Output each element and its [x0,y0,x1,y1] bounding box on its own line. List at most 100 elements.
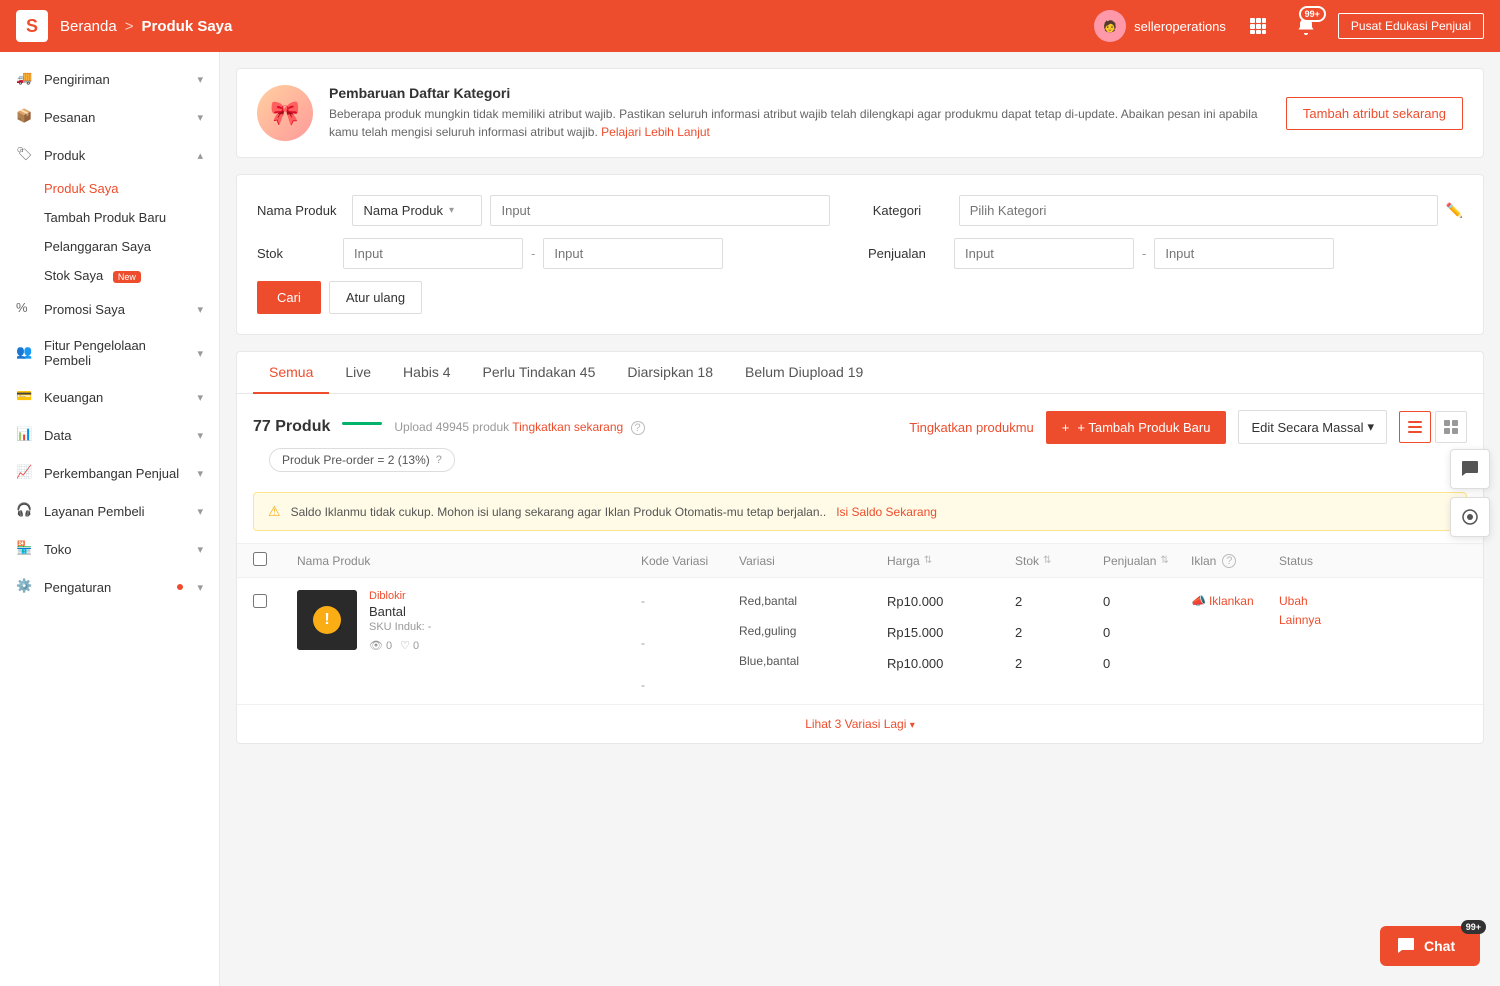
apps-icon[interactable] [1242,10,1274,42]
iklan-help-icon[interactable]: ? [1222,554,1236,568]
tab-live[interactable]: Live [329,352,387,394]
sidebar-label-toko: Toko [44,542,187,557]
col-kode-header: Kode Variasi [641,554,731,568]
filter-penjualan-min[interactable] [954,238,1134,269]
col-name-header: Nama Produk [297,554,633,568]
edit-icon[interactable]: ✏️ [1446,202,1463,219]
sidebar-sub-stok[interactable]: Stok Saya New [0,261,219,290]
notification-badge: 99+ [1299,6,1326,22]
price-2: Rp15.000 [887,625,1007,640]
chevron-icon-perkembangan: ▾ [197,467,203,480]
sidebar-sub-pelanggaran[interactable]: Pelanggaran Saya [0,232,219,261]
grid-view-button[interactable] [1435,411,1467,443]
tab-belum-diupload[interactable]: Belum Diupload 19 [729,352,879,394]
filter-name-input[interactable] [490,195,830,226]
variasi-cell: Red,bantal Red,guling Blue,bantal [739,590,879,668]
sidebar: 🚚 Pengiriman ▾ 📦 Pesanan ▾ 🏷 Produk ▴ Pr… [0,52,220,986]
tab-perlu-tindakan[interactable]: Perlu Tindakan 45 [467,352,612,394]
sidebar-sub-produk-saya[interactable]: Produk Saya [0,174,219,203]
warning-triangle-icon: ! [313,606,341,634]
variasi-3: Blue,bantal [739,654,879,668]
green-bar-indicator [342,422,382,425]
ubah-button[interactable]: Ubah [1279,594,1379,608]
row-checkbox[interactable] [253,594,267,608]
actions-cell: Ubah Lainnya [1279,590,1379,627]
settings-float-button[interactable] [1450,497,1490,537]
shopee-logo: S [16,10,48,42]
preorder-help-icon[interactable]: ? [436,454,442,466]
notification-bell[interactable]: 99+ [1290,10,1322,42]
filter-stok-min[interactable] [343,238,523,269]
breadcrumb-home[interactable]: Beranda [60,18,117,35]
sidebar-label-data: Data [44,428,187,443]
list-view-button[interactable] [1399,411,1431,443]
col-harga-header: Harga ⇅ [887,554,1007,568]
sidebar-item-produk[interactable]: 🏷 Produk ▴ [0,136,219,174]
search-button[interactable]: Cari [257,281,321,314]
select-all-checkbox[interactable] [253,552,267,566]
warning-link[interactable]: Isi Saldo Sekarang [836,505,937,519]
sidebar-item-fitur[interactable]: 👥 Fitur Pengelolaan Pembeli ▾ [0,328,219,378]
tab-habis[interactable]: Habis 4 [387,352,466,394]
sort-penjualan-icon[interactable]: ⇅ [1160,555,1168,566]
stok-1: 2 [1015,594,1095,609]
notice-action-button[interactable]: Tambah atribut sekarang [1286,97,1463,130]
iklan-cell: 📣 Iklankan [1191,590,1271,608]
lainnya-button[interactable]: Lainnya [1279,613,1321,627]
notice-learn-link[interactable]: Pelajari Lebih Lanjut [601,125,710,139]
chevron-icon-data: ▾ [197,429,203,442]
col-stok-header: Stok ⇅ [1015,554,1095,568]
see-more-text: Lihat 3 Variasi Lagi [805,717,906,731]
add-product-button[interactable]: + + Tambah Produk Baru [1046,411,1227,444]
chevron-icon-layanan: ▾ [197,505,203,518]
variasi-1: Red,bantal [739,594,879,608]
product-name: Bantal [369,604,431,619]
message-float-button[interactable] [1450,449,1490,489]
iklan-button[interactable]: 📣 Iklankan [1191,594,1271,608]
notice-content: Pembaruan Daftar Kategori Beberapa produ… [329,85,1270,141]
sidebar-item-pengiriman[interactable]: 🚚 Pengiriman ▾ [0,60,219,98]
chevron-icon-keuangan: ▾ [197,391,203,404]
upgrade-button[interactable]: Tingkatkan produkmu [909,420,1034,435]
headset-icon: 🎧 [16,502,34,520]
chevron-icon-produk: ▴ [197,149,203,162]
sidebar-item-pengaturan[interactable]: ⚙️ Pengaturan ▾ [0,568,219,606]
sort-harga-icon[interactable]: ⇅ [924,555,932,566]
edit-bulk-button[interactable]: Edit Secara Massal ▾ [1238,410,1387,444]
kode-2: - [641,636,731,650]
filter-name-select[interactable]: Nama Produk ▾ [352,195,482,226]
tab-diarsipkan[interactable]: Diarsipkan 18 [611,352,729,394]
sidebar-item-promosi[interactable]: % Promosi Saya ▾ [0,290,219,328]
reset-button[interactable]: Atur ulang [329,281,422,314]
filter-kategori-input[interactable] [959,195,1438,226]
col-iklan-header: Iklan ? [1191,554,1271,568]
chat-button[interactable]: Chat 99+ [1380,926,1480,966]
chevron-icon-toko: ▾ [197,543,203,556]
stok-cell: 2 2 2 [1015,590,1095,671]
upload-help-icon[interactable]: ? [631,421,645,435]
chat-icon [1396,936,1416,956]
sidebar-item-perkembangan[interactable]: 📈 Perkembangan Penjual ▾ [0,454,219,492]
filter-row-stok: Stok - Penjualan - [257,238,1463,269]
upgrade-link[interactable]: Tingkatkan sekarang [512,420,623,434]
sidebar-label-perkembangan: Perkembangan Penjual [44,466,187,481]
filter-penjualan-max[interactable] [1154,238,1334,269]
sidebar-sub-tambah-produk[interactable]: Tambah Produk Baru [0,203,219,232]
sidebar-item-data[interactable]: 📊 Data ▾ [0,416,219,454]
chat-badge: 99+ [1461,920,1486,934]
sidebar-item-toko[interactable]: 🏪 Toko ▾ [0,530,219,568]
sidebar-label-keuangan: Keuangan [44,390,187,405]
sidebar-item-layanan[interactable]: 🎧 Layanan Pembeli ▾ [0,492,219,530]
tab-semua[interactable]: Semua [253,352,329,394]
sort-stok-icon[interactable]: ⇅ [1043,555,1051,566]
sidebar-label-pengiriman: Pengiriman [44,72,187,87]
filter-stok-max[interactable] [543,238,723,269]
breadcrumb-current: Produk Saya [141,18,232,35]
col-penjualan-header: Penjualan ⇅ [1103,554,1183,568]
see-more-variations[interactable]: Lihat 3 Variasi Lagi ▾ [237,704,1483,743]
sidebar-item-pesanan[interactable]: 📦 Pesanan ▾ [0,98,219,136]
pengaturan-dot [177,584,183,590]
sidebar-item-keuangan[interactable]: 💳 Keuangan ▾ [0,378,219,416]
edu-button[interactable]: Pusat Edukasi Penjual [1338,13,1484,39]
preorder-section: Produk Pre-order = 2 (13%) ? [237,448,1483,492]
